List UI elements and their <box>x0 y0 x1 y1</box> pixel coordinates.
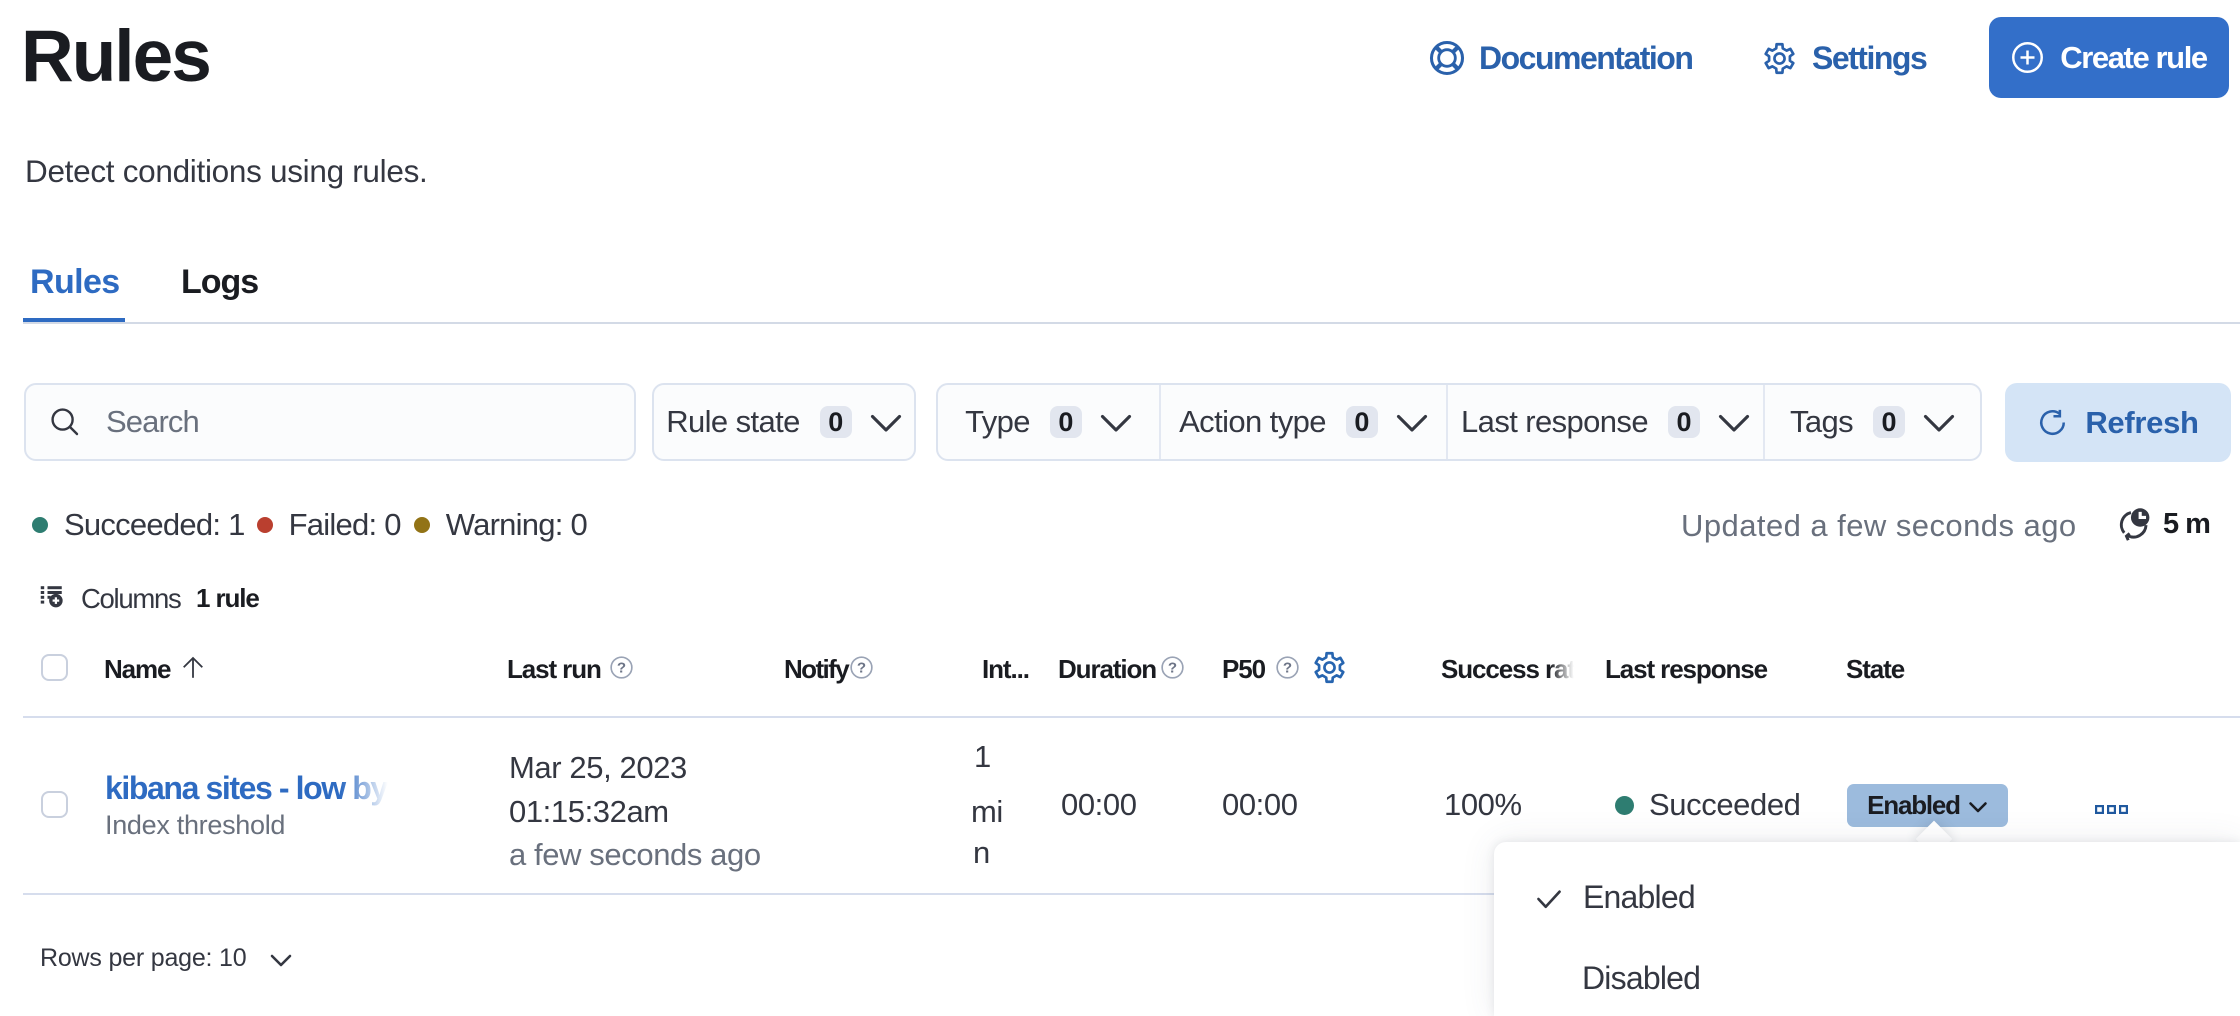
svg-text:?: ? <box>1283 660 1292 677</box>
svg-text:?: ? <box>617 660 626 677</box>
svg-text:?: ? <box>857 660 866 677</box>
svg-text:?: ? <box>1168 660 1177 677</box>
